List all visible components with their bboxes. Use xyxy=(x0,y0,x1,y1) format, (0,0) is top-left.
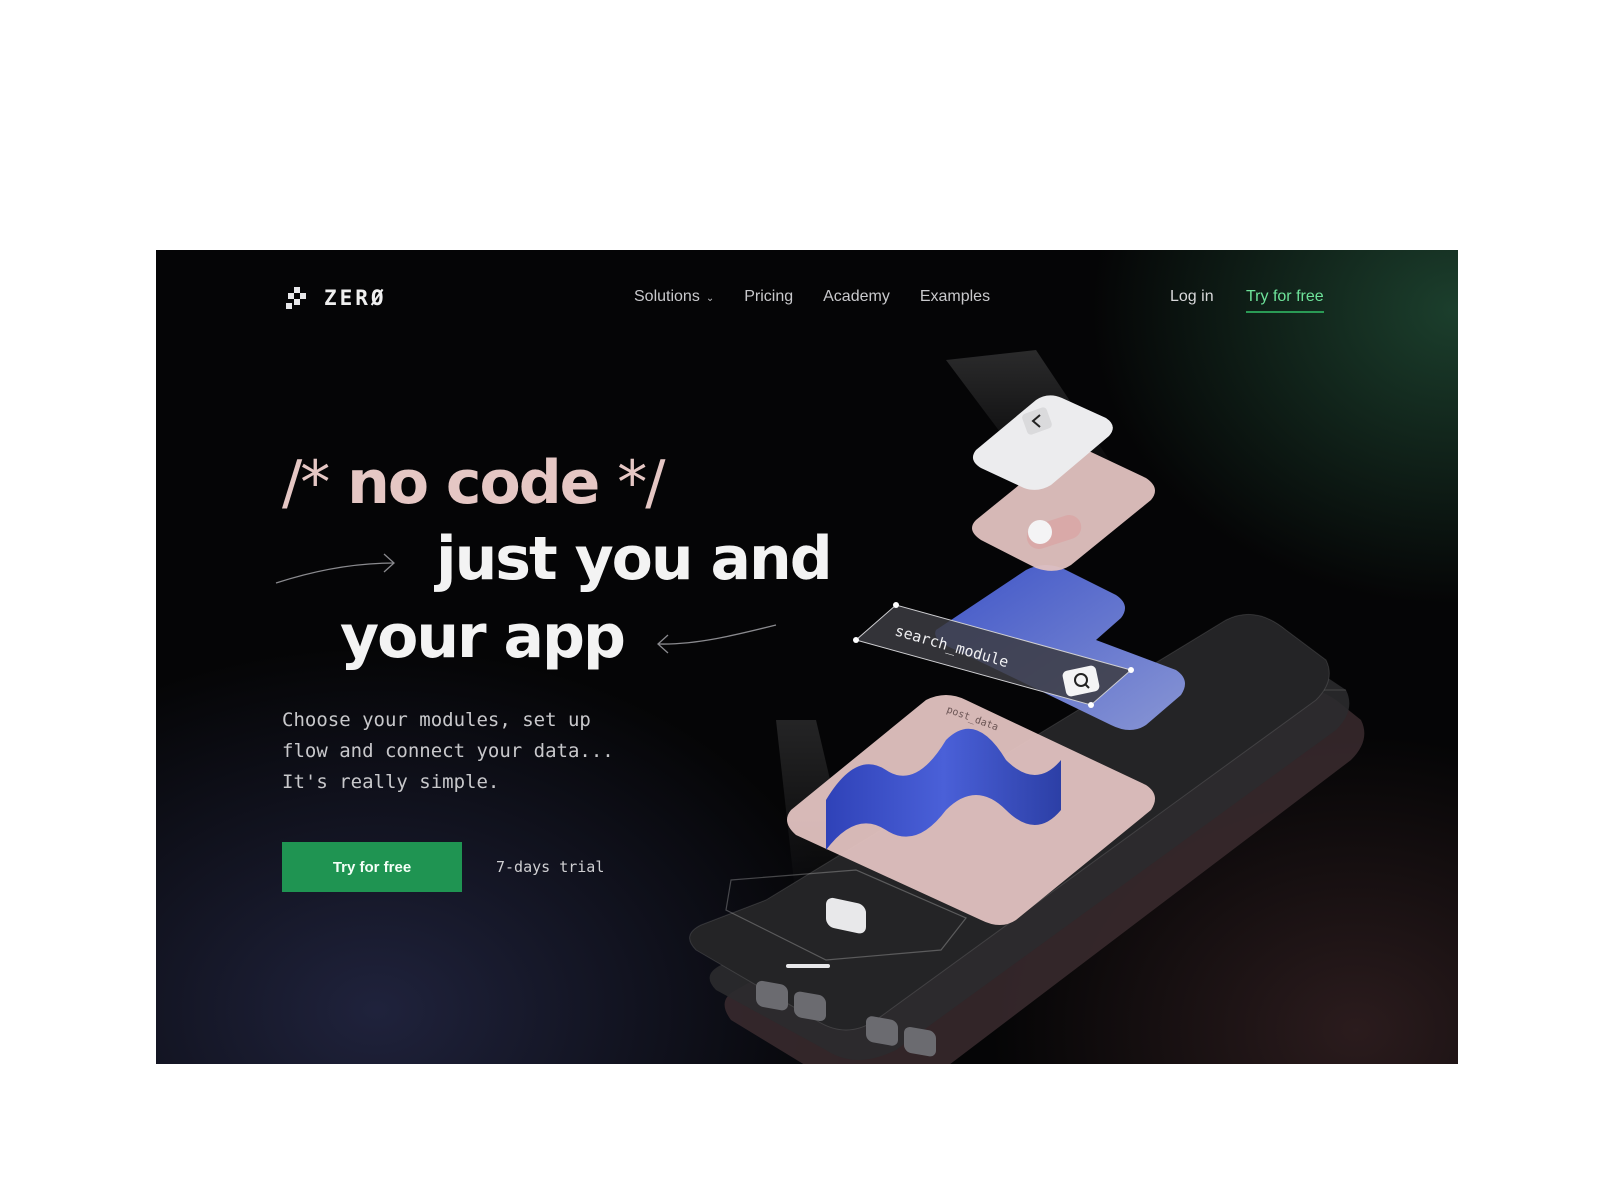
app-stack-illustration: post_data search_module xyxy=(689,350,1365,1064)
hero-section: ZERØ Solutions ⌄ Pricing Academy Example… xyxy=(156,250,1458,1064)
